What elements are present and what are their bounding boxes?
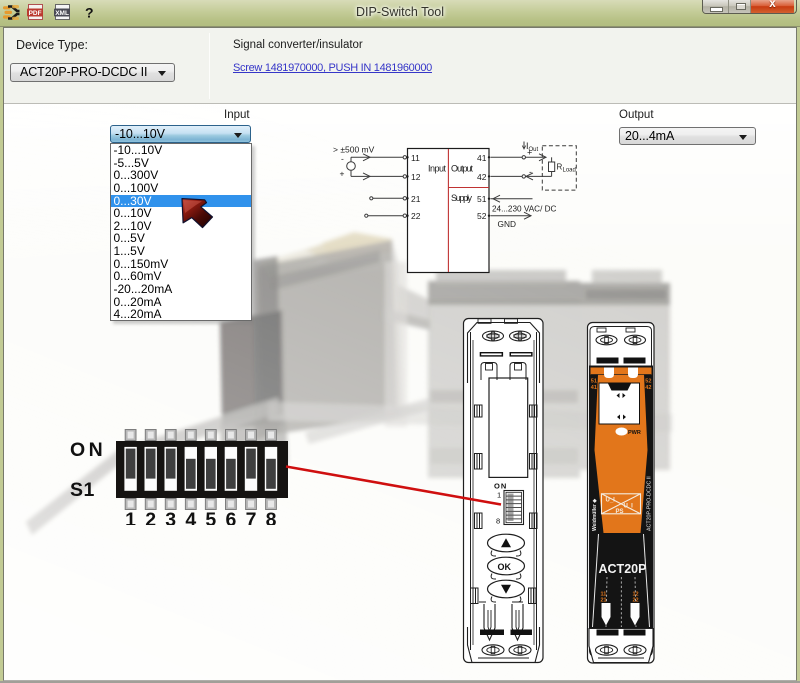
svg-text:?: ? [85,5,94,21]
svg-text:XML: XML [55,10,69,17]
svg-text:PDF: PDF [29,10,42,17]
